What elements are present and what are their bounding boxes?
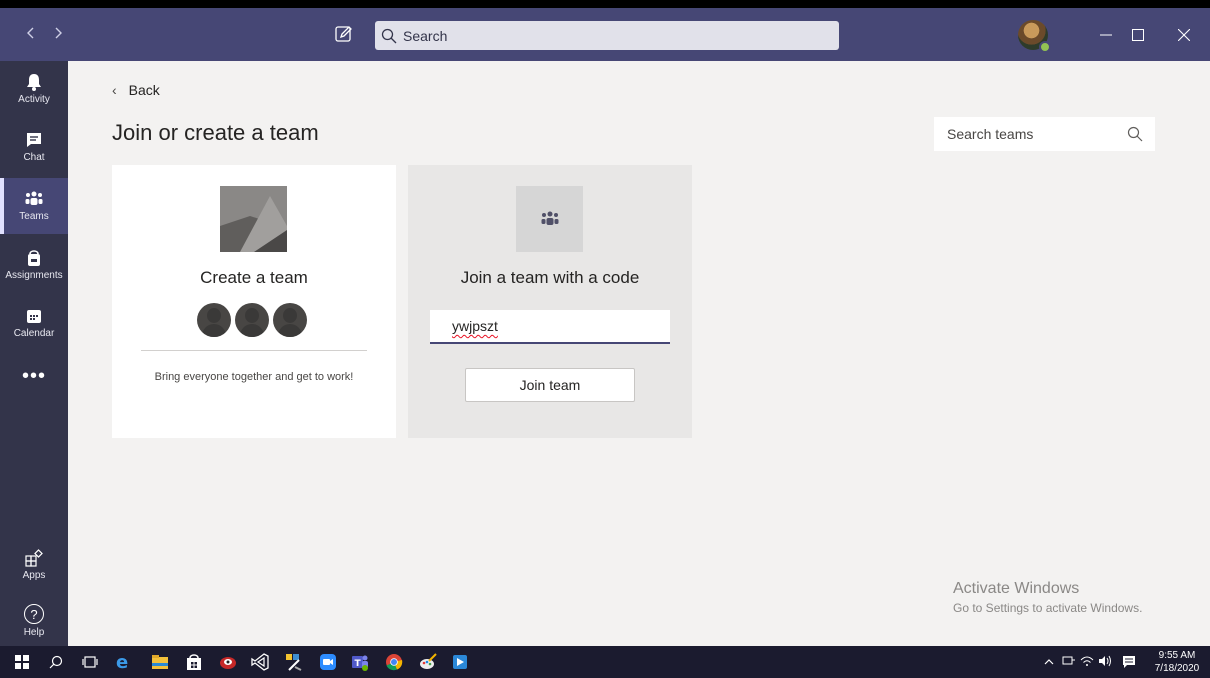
network-icon[interactable] <box>1062 655 1076 670</box>
rail-label: Teams <box>19 211 49 222</box>
people-avatars <box>192 303 312 337</box>
team-code-value: ywjpszt <box>452 318 498 334</box>
windows-start-icon[interactable] <box>12 652 32 672</box>
chevron-right-icon <box>55 27 62 39</box>
team-code-input[interactable]: ywjpszt <box>430 310 670 344</box>
more-apps-button[interactable]: ••• <box>0 366 68 396</box>
rail-item-assignments[interactable]: Assignments <box>0 237 68 293</box>
back-link[interactable]: ‹ Back <box>112 82 160 98</box>
compose-icon <box>335 26 352 42</box>
teams-icon <box>25 190 43 208</box>
apps-icon <box>25 549 43 567</box>
create-team-card[interactable]: Create a team Bring everyone together an… <box>112 165 396 438</box>
compose-button[interactable] <box>334 24 356 46</box>
create-team-title: Create a team <box>200 268 308 287</box>
watermark-subtitle: Go to Settings to activate Windows. <box>953 601 1143 615</box>
rail-item-activity[interactable]: Activity <box>0 61 68 117</box>
search-icon <box>1127 126 1143 142</box>
rail-label: Help <box>23 627 45 638</box>
app-red-icon[interactable] <box>218 652 238 672</box>
app-rail: Activity Chat Teams Assignments Calendar… <box>0 61 68 646</box>
person-icon <box>273 303 307 337</box>
rail-label: Activity <box>18 94 50 105</box>
watermark-title: Activate Windows <box>953 580 1080 597</box>
svg-text:e: e <box>116 653 128 671</box>
create-team-description: Bring everyone together and get to work! <box>154 371 354 383</box>
teams-icon <box>516 186 583 252</box>
visual-studio-icon[interactable] <box>250 652 270 672</box>
back-nav-button[interactable] <box>20 22 42 44</box>
clock-date: 7/18/2020 <box>1154 663 1200 674</box>
paint-brush-icon[interactable] <box>418 652 438 672</box>
title-bar: Search <box>0 8 1210 61</box>
search-icon[interactable] <box>46 652 66 672</box>
back-label: Back <box>128 82 160 98</box>
join-team-button[interactable]: Join team <box>465 368 635 402</box>
chrome-icon[interactable] <box>384 652 404 672</box>
tray-overflow-chevron[interactable] <box>1044 655 1054 669</box>
rail-item-calendar[interactable]: Calendar <box>0 295 68 351</box>
assignments-icon <box>25 249 43 267</box>
zoom-icon[interactable] <box>318 652 338 672</box>
top-strip <box>0 0 1210 8</box>
join-team-card: Join a team with a code ywjpszt Join tea… <box>408 165 692 438</box>
rail-label: Apps <box>22 570 46 581</box>
volume-icon[interactable] <box>1098 655 1114 670</box>
clock-time: 9:55 AM <box>1158 650 1196 661</box>
rail-item-chat[interactable]: Chat <box>0 119 68 175</box>
person-icon <box>235 303 269 337</box>
close-button[interactable] <box>1166 18 1202 52</box>
divider <box>141 350 367 351</box>
rail-label: Calendar <box>13 328 55 339</box>
close-icon <box>1178 29 1190 41</box>
rail-item-teams[interactable]: Teams <box>0 178 68 234</box>
windows-taskbar: e T 9:55 AM 7/18/2020 <box>0 646 1210 678</box>
page-title: Join or create a team <box>112 120 319 145</box>
file-explorer-icon[interactable] <box>150 652 170 672</box>
minimize-icon <box>1100 34 1112 36</box>
wifi-icon[interactable] <box>1080 655 1094 670</box>
svg-text:T: T <box>355 659 362 669</box>
minimize-button[interactable] <box>1088 18 1124 52</box>
rail-label: Assignments <box>5 270 63 281</box>
presence-available-icon <box>1039 41 1051 53</box>
join-team-title: Join a team with a code <box>460 268 640 287</box>
taskbar-clock[interactable]: 9:55 AM 7/18/2020 <box>1150 649 1204 675</box>
help-icon: ? <box>24 604 44 624</box>
profile-avatar[interactable] <box>1018 20 1051 53</box>
chevron-left-icon: ‹ <box>112 82 117 98</box>
search-input[interactable]: Search <box>375 21 839 50</box>
paint-tool-icon[interactable] <box>284 652 304 672</box>
notifications-icon[interactable] <box>1122 655 1136 672</box>
person-icon <box>197 303 231 337</box>
store-icon[interactable] <box>184 652 204 672</box>
task-view-icon[interactable] <box>80 652 100 672</box>
media-player-icon[interactable] <box>450 652 470 672</box>
search-teams-placeholder: Search teams <box>947 126 1034 142</box>
search-placeholder: Search <box>403 27 448 44</box>
maximize-button[interactable] <box>1120 18 1156 52</box>
activate-windows-watermark: Activate Windows Go to Settings to activ… <box>953 580 1142 615</box>
search-icon <box>381 28 397 43</box>
chevron-left-icon <box>27 27 34 39</box>
rail-item-help[interactable]: ? Help <box>0 593 68 649</box>
bell-icon <box>25 73 43 91</box>
chat-icon <box>25 131 43 149</box>
edge-icon[interactable]: e <box>114 652 134 672</box>
forward-nav-button[interactable] <box>47 22 69 44</box>
calendar-icon <box>25 307 43 325</box>
image-placeholder-icon <box>220 186 287 252</box>
rail-item-apps[interactable]: Apps <box>0 537 68 593</box>
search-teams-input[interactable]: Search teams <box>934 117 1155 151</box>
chevron-up-icon <box>1044 659 1054 665</box>
teams-icon[interactable]: T <box>350 652 370 672</box>
rail-label: Chat <box>23 152 45 163</box>
maximize-icon <box>1132 29 1144 41</box>
